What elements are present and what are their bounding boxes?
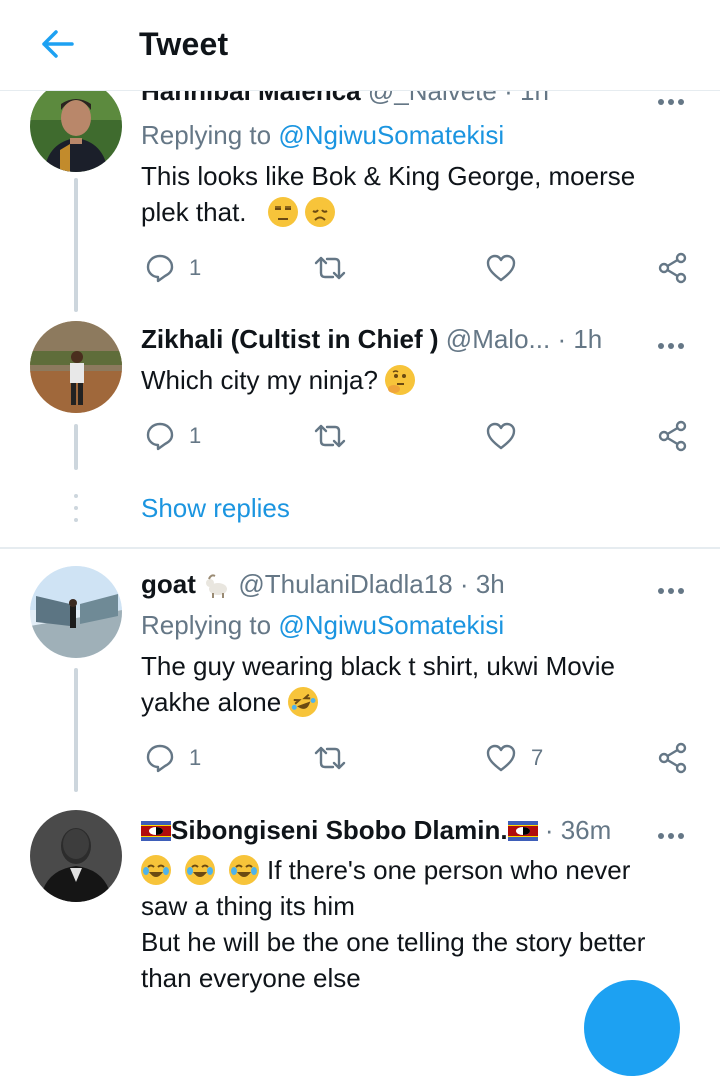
retweet-button[interactable]: [313, 738, 347, 778]
reply-count: 1: [189, 745, 202, 770]
unamused-face-emoji-icon: [267, 197, 298, 227]
tweet-actions: 1 7: [141, 738, 701, 778]
goat-emoji-icon: [203, 571, 232, 599]
show-replies-link[interactable]: Show replies: [141, 493, 290, 524]
like-button[interactable]: [485, 416, 517, 456]
thread-dots: [74, 494, 78, 530]
eswatini-flag-icon: [507, 817, 538, 841]
disappointed-face-emoji-icon: [304, 197, 335, 227]
rolling-laughing-emoji-icon: [284, 682, 323, 722]
tweet-2-header: Zikhali (Cultist in Chief ) @Malo... · 1…: [141, 324, 602, 355]
tweet-text: If there's one person who never saw a th…: [141, 855, 646, 993]
avatar[interactable]: [30, 566, 122, 658]
thinking-face-emoji-icon: [385, 365, 416, 395]
retweet-icon: [314, 746, 346, 770]
author-handle[interactable]: @ThulaniDladla18: [238, 569, 452, 599]
retweet-button[interactable]: [313, 248, 347, 288]
tweet-time: · 1h: [557, 324, 603, 354]
reply-count: 1: [189, 423, 202, 448]
tweet-4-header: Sibongiseni Sbobo Dlamin. · 36m: [141, 815, 611, 846]
reply-icon: [146, 744, 174, 773]
thread-line: [74, 424, 78, 470]
avatar[interactable]: [30, 80, 122, 172]
replying-to: Replying to @NgiwuSomatekisi: [141, 610, 505, 640]
reply-icon: [146, 422, 174, 451]
avatar[interactable]: [30, 810, 122, 902]
tweet-time: · 36m: [544, 815, 612, 845]
reply-button[interactable]: 1: [145, 416, 201, 456]
tweet-actions: 1: [141, 248, 701, 288]
tweet-text: The guy wearing black t shirt, ukwi Movi…: [141, 648, 701, 722]
like-count: 7: [531, 745, 544, 770]
tweet-text: Which city my ninja?: [141, 362, 701, 398]
page-title: Tweet: [139, 26, 229, 62]
crying-laughing-emoji-icon: [185, 855, 215, 885]
more-options-icon[interactable]: [658, 92, 690, 105]
share-icon: [658, 252, 687, 284]
tweet-time: · 3h: [459, 569, 505, 599]
share-icon: [658, 420, 687, 452]
share-button[interactable]: [657, 738, 689, 778]
author-handle[interactable]: @Malo...: [446, 324, 550, 354]
replying-to-link[interactable]: @NgiwuSomatekisi: [278, 120, 504, 150]
more-options-icon[interactable]: [658, 581, 690, 594]
reply-icon: [146, 254, 174, 283]
crying-laughing-emoji-icon: [141, 855, 171, 885]
retweet-button[interactable]: [313, 416, 347, 456]
heart-icon: [486, 744, 516, 772]
share-icon: [658, 742, 687, 774]
retweet-icon: [314, 256, 346, 280]
reply-button[interactable]: 1: [145, 248, 201, 288]
compose-reply-button[interactable]: [584, 980, 680, 1076]
reply-button[interactable]: 1: [145, 738, 201, 778]
author-name[interactable]: goat: [141, 569, 196, 599]
eswatini-flag-icon: [141, 817, 171, 841]
replying-to-link[interactable]: @NgiwuSomatekisi: [278, 610, 504, 640]
share-button[interactable]: [657, 248, 689, 288]
crying-laughing-emoji-icon: [229, 855, 259, 885]
author-name[interactable]: Zikhali (Cultist in Chief ): [141, 324, 439, 354]
tweet-3-header: goat @ThulaniDladla18 · 3h: [141, 569, 505, 600]
author-name[interactable]: Sibongiseni Sbobo Dlamin.: [171, 815, 508, 845]
thread-line: [74, 668, 78, 792]
back-arrow-icon[interactable]: [38, 27, 76, 61]
top-bar: Tweet: [0, 0, 720, 91]
like-button[interactable]: 7: [485, 738, 543, 778]
share-button[interactable]: [657, 416, 689, 456]
reply-count: 1: [189, 255, 202, 280]
heart-icon: [486, 422, 516, 450]
tweet-text: This looks like Bok & King George, moers…: [141, 161, 636, 227]
divider: [0, 547, 720, 549]
like-button[interactable]: [485, 248, 517, 288]
tweet-actions: 1: [141, 416, 701, 456]
more-options-icon[interactable]: [658, 336, 690, 349]
more-options-icon[interactable]: [658, 826, 690, 839]
avatar[interactable]: [30, 321, 122, 413]
retweet-icon: [314, 424, 346, 448]
heart-icon: [486, 254, 516, 282]
thread-line: [74, 178, 78, 312]
replying-to: Replying to @NgiwuSomatekisi: [141, 120, 505, 150]
